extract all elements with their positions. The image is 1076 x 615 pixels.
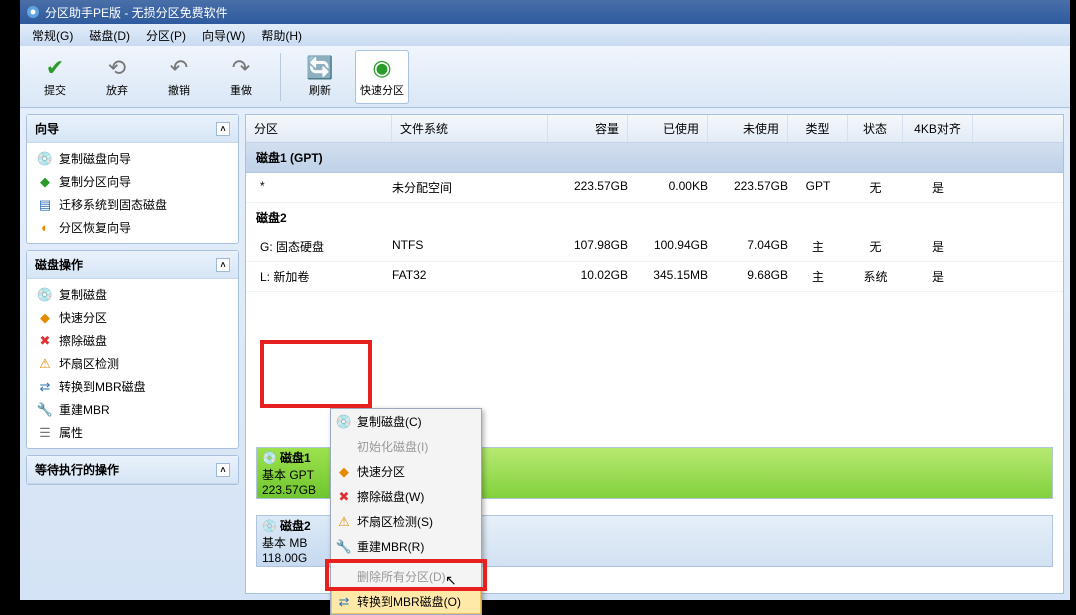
table-row[interactable]: * 未分配空间 223.57GB 0.00KB 223.57GB GPT 无 是 [246,173,1063,203]
warn-icon: ⚠ [37,356,53,372]
wipe-icon: ✖ [37,333,53,349]
sidebar-rebuild-mbr[interactable]: 🔧重建MBR [31,398,234,421]
redo-button[interactable]: ↷重做 [214,50,268,104]
check-icon: ✔ [46,56,64,80]
wipe-icon: ✖ [335,489,353,505]
menubar: 常规(G) 磁盘(D) 分区(P) 向导(W) 帮助(H) [20,24,1070,46]
ctx-wipe-disk[interactable]: ✖擦除磁盘(W) [331,484,481,509]
col-capacity[interactable]: 容量 [548,115,628,142]
col-type[interactable]: 类型 [788,115,848,142]
col-filesystem[interactable]: 文件系统 [392,115,548,142]
rebuild-icon: 🔧 [37,402,53,418]
ctx-delete-all: 删除所有分区(D) [331,564,481,589]
grid-header: 分区 文件系统 容量 已使用 未使用 类型 状态 4KB对齐 [246,115,1063,143]
refresh-button[interactable]: 🔄刷新 [293,50,347,104]
ctx-bad-sector[interactable]: ⚠坏扇区检测(S) [331,509,481,534]
panel-wizard: 向导 ˄ 💿复制磁盘向导 ◆复制分区向导 ▤迁移系统到固态磁盘 ◐分区恢复向导 [26,114,239,244]
disk-icon: 💿 [37,151,53,167]
ctx-init-disk: 初始化磁盘(I) [331,434,481,459]
undo-icon: ↶ [170,56,188,80]
ctx-copy-disk[interactable]: 💿复制磁盘(C) [331,409,481,434]
redo-icon: ↷ [232,56,250,80]
sidebar-copy-disk-wizard[interactable]: 💿复制磁盘向导 [31,147,234,170]
toolbar: ✔提交 ⟲放弃 ↶撤销 ↷重做 🔄刷新 ◉快速分区 [20,46,1070,108]
panel-pending: 等待执行的操作 ˄ [26,455,239,485]
menu-partition[interactable]: 分区(P) [138,25,194,46]
table-row[interactable]: L: 新加卷 FAT32 10.02GB 345.15MB 9.68GB 主 系… [246,262,1063,292]
recover-icon: ◐ [37,220,53,236]
sidebar-wipe-disk[interactable]: ✖擦除磁盘 [31,329,234,352]
refresh-icon: 🔄 [306,56,333,80]
ssd-icon: ▤ [37,197,53,213]
sidebar-partition-recovery[interactable]: ◐分区恢复向导 [31,216,234,239]
ctx-rebuild-mbr[interactable]: 🔧重建MBR(R) [331,534,481,559]
discard-button[interactable]: ⟲放弃 [90,50,144,104]
collapse-icon[interactable]: ˄ [216,463,230,477]
panel-wizard-title: 向导 [35,120,59,137]
collapse-icon[interactable]: ˄ [216,258,230,272]
col-partition[interactable]: 分区 [246,115,392,142]
menu-help[interactable]: 帮助(H) [253,25,310,46]
disk-icon: 💿 [262,451,277,465]
quick-partition-button[interactable]: ◉快速分区 [355,50,409,104]
app-icon [26,5,40,19]
sidebar-bad-sector[interactable]: ⚠坏扇区检测 [31,352,234,375]
sidebar: 向导 ˄ 💿复制磁盘向导 ◆复制分区向导 ▤迁移系统到固态磁盘 ◐分区恢复向导 … [20,108,245,600]
menu-disk[interactable]: 磁盘(D) [81,25,138,46]
sidebar-migrate-ssd[interactable]: ▤迁移系统到固态磁盘 [31,193,234,216]
col-status[interactable]: 状态 [848,115,903,142]
properties-icon: ☰ [37,425,53,441]
disk2-header[interactable]: 磁盘2 [246,203,1063,232]
ctx-convert-mbr[interactable]: ⇄转换到MBR磁盘(O) [331,589,481,614]
disk1-header[interactable]: 磁盘1 (GPT) [246,143,1063,173]
quick-icon: ◉ [372,56,391,80]
disk-icon: 💿 [37,287,53,303]
cursor-icon: ↖ [445,572,457,589]
menu-general[interactable]: 常规(G) [24,25,81,46]
panel-disk-ops: 磁盘操作 ˄ 💿复制磁盘 ◆快速分区 ✖擦除磁盘 ⚠坏扇区检测 ⇄转换到MBR磁… [26,250,239,449]
quick-icon: ◆ [37,310,53,326]
col-align[interactable]: 4KB对齐 [903,115,973,142]
convert-icon: ⇄ [37,379,53,395]
rebuild-icon: 🔧 [335,539,353,555]
undo-button[interactable]: ↶撤销 [152,50,206,104]
sidebar-properties[interactable]: ☰属性 [31,421,234,444]
sidebar-copy-partition-wizard[interactable]: ◆复制分区向导 [31,170,234,193]
menu-wizard[interactable]: 向导(W) [194,25,253,46]
collapse-icon[interactable]: ˄ [216,122,230,136]
col-used[interactable]: 已使用 [628,115,708,142]
discard-icon: ⟲ [108,56,126,80]
toolbar-separator [280,53,281,101]
wizard-icon: ◆ [37,174,53,190]
ctx-quick-partition[interactable]: ◆快速分区 [331,459,481,484]
table-row[interactable]: G: 固态硬盘 NTFS 107.98GB 100.94GB 7.04GB 主 … [246,232,1063,262]
warn-icon: ⚠ [335,514,353,530]
disk-icon: 💿 [262,519,277,533]
sidebar-quick-partition[interactable]: ◆快速分区 [31,306,234,329]
panel-pending-title: 等待执行的操作 [35,461,119,478]
sidebar-copy-disk[interactable]: 💿复制磁盘 [31,283,234,306]
context-menu: 💿复制磁盘(C) 初始化磁盘(I) ◆快速分区 ✖擦除磁盘(W) ⚠坏扇区检测(… [330,408,482,615]
titlebar: 分区助手PE版 - 无损分区免费软件 [20,0,1070,24]
quick-icon: ◆ [335,464,353,480]
panel-diskops-title: 磁盘操作 [35,256,83,273]
sidebar-convert-mbr[interactable]: ⇄转换到MBR磁盘 [31,375,234,398]
window-title: 分区助手PE版 - 无损分区免费软件 [45,4,228,21]
convert-icon: ⇄ [335,594,353,610]
ctx-separator [357,561,477,562]
disk-icon: 💿 [335,414,353,430]
submit-button[interactable]: ✔提交 [28,50,82,104]
col-unused[interactable]: 未使用 [708,115,788,142]
